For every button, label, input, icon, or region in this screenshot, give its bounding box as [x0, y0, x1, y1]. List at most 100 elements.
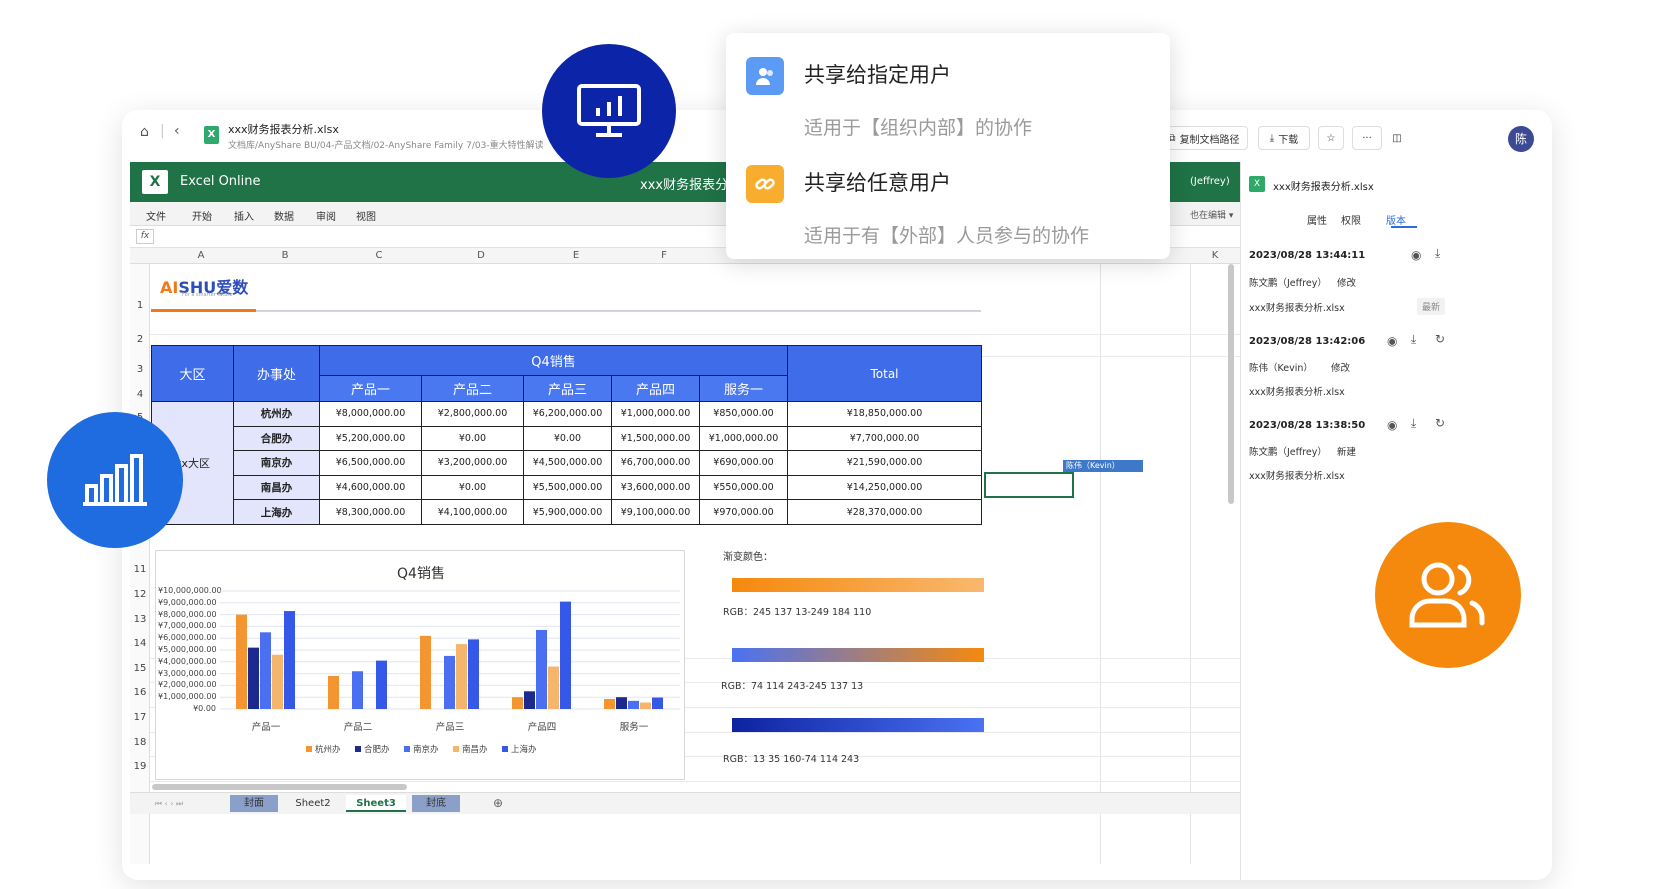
bar-杭州办-服务一[interactable]: [604, 698, 615, 709]
tab-properties[interactable]: 属性: [1307, 212, 1327, 227]
bar-合肥办-产品一[interactable]: [248, 647, 259, 709]
bar-南京办-产品二[interactable]: [352, 671, 363, 709]
th-q4[interactable]: Q4销售: [319, 344, 788, 377]
menu-insert[interactable]: 插入: [234, 208, 254, 223]
row-header[interactable]: 3: [130, 364, 150, 375]
th-product[interactable]: 产品四: [611, 375, 700, 402]
bar-杭州办-产品三[interactable]: [420, 635, 431, 709]
panel-toggle-button[interactable]: ◫: [1384, 126, 1410, 150]
back-icon[interactable]: ‹: [174, 123, 180, 139]
value-cell[interactable]: ¥5,500,000.00: [523, 474, 612, 501]
value-cell[interactable]: ¥1,500,000.00: [611, 425, 700, 452]
value-cell[interactable]: ¥2,800,000.00: [421, 401, 524, 427]
row-header[interactable]: 19: [130, 761, 150, 772]
bar-合肥办-产品四[interactable]: [524, 691, 535, 709]
total-cell[interactable]: ¥18,850,000.00: [787, 401, 982, 427]
bar-上海办-产品四[interactable]: [560, 601, 571, 709]
home-icon[interactable]: ⌂: [140, 124, 149, 140]
th-total[interactable]: Total: [787, 345, 982, 402]
vertical-scrollbar[interactable]: [1228, 264, 1234, 504]
bar-南京办-产品三[interactable]: [444, 655, 455, 709]
col-header[interactable]: C: [328, 250, 430, 261]
value-cell[interactable]: ¥1,000,000.00: [611, 401, 700, 427]
sheet-nav-arrows[interactable]: ⏮ ‹ › ⏭: [134, 795, 204, 812]
preview-icon[interactable]: ◉: [1387, 418, 1397, 432]
restore-icon[interactable]: ↻: [1435, 416, 1445, 430]
th-office[interactable]: 办事处: [233, 345, 320, 402]
value-cell[interactable]: ¥1,000,000.00: [699, 425, 788, 452]
row-header[interactable]: 18: [130, 737, 150, 748]
value-cell[interactable]: ¥9,100,000.00: [611, 499, 700, 525]
download-icon[interactable]: ⤓: [1411, 416, 1416, 431]
office-cell[interactable]: 杭州办: [233, 401, 320, 427]
star-button[interactable]: ☆: [1318, 126, 1344, 150]
restore-icon[interactable]: ↻: [1435, 332, 1445, 346]
total-cell[interactable]: ¥28,370,000.00: [787, 499, 982, 525]
bar-上海办-产品二[interactable]: [376, 660, 387, 709]
bar-杭州办-产品一[interactable]: [236, 614, 247, 709]
add-sheet-icon[interactable]: ⊕: [488, 795, 508, 812]
office-cell[interactable]: 合肥办: [233, 425, 320, 452]
bar-杭州办-产品四[interactable]: [512, 697, 523, 709]
share-anyone-title[interactable]: 共享给任意用户: [804, 167, 951, 197]
avatar[interactable]: 陈: [1508, 126, 1534, 152]
value-cell[interactable]: ¥8,000,000.00: [319, 401, 422, 427]
more-button[interactable]: ···: [1352, 126, 1382, 150]
sheet-tab-active[interactable]: Sheet3: [346, 795, 406, 812]
value-cell[interactable]: ¥4,500,000.00: [523, 450, 612, 476]
menu-file[interactable]: 文件: [146, 208, 166, 223]
download-icon[interactable]: ⤓: [1435, 246, 1440, 261]
bar-上海办-产品一[interactable]: [284, 611, 295, 709]
bar-上海办-服务一[interactable]: [652, 697, 663, 709]
preview-icon[interactable]: ◉: [1387, 334, 1397, 348]
col-header[interactable]: B: [242, 250, 328, 261]
value-cell[interactable]: ¥6,200,000.00: [523, 401, 612, 427]
value-cell[interactable]: ¥0.00: [523, 425, 612, 452]
row-header[interactable]: 16: [130, 687, 150, 698]
bar-上海办-产品三[interactable]: [468, 639, 479, 709]
q4-chart[interactable]: Q4销售 ¥10,000,000.00 ¥9,000,000.00 ¥8,000,0…: [155, 550, 685, 780]
office-cell[interactable]: 上海办: [233, 499, 320, 525]
value-cell[interactable]: ¥6,700,000.00: [611, 450, 700, 476]
value-cell[interactable]: ¥4,100,000.00: [421, 499, 524, 525]
bar-南昌办-产品一[interactable]: [272, 654, 283, 709]
bar-杭州办-产品二[interactable]: [328, 675, 339, 709]
menu-data[interactable]: 数据: [274, 208, 294, 223]
menu-view[interactable]: 视图: [356, 208, 376, 223]
row-header[interactable]: 1: [130, 300, 150, 311]
col-header[interactable]: E: [532, 250, 620, 261]
row-header[interactable]: 4: [130, 389, 150, 400]
row-header[interactable]: 12: [130, 589, 150, 600]
preview-icon[interactable]: ◉: [1411, 248, 1421, 262]
col-header[interactable]: F: [620, 250, 708, 261]
value-cell[interactable]: ¥0.00: [421, 425, 524, 452]
row-header[interactable]: 15: [130, 663, 150, 674]
total-cell[interactable]: ¥14,250,000.00: [787, 474, 982, 501]
download-button[interactable]: ⤓ 下载: [1258, 126, 1310, 150]
value-cell[interactable]: ¥970,000.00: [699, 499, 788, 525]
menu-home[interactable]: 开始: [192, 208, 212, 223]
editing-status[interactable]: 也在编辑 ▾: [1190, 208, 1233, 221]
bar-南昌办-服务一[interactable]: [640, 702, 651, 709]
office-cell[interactable]: 南京办: [233, 450, 320, 476]
value-cell[interactable]: ¥850,000.00: [699, 401, 788, 427]
total-cell[interactable]: ¥21,590,000.00: [787, 450, 982, 476]
row-header[interactable]: 13: [130, 614, 150, 625]
value-cell[interactable]: ¥5,900,000.00: [523, 499, 612, 525]
th-product[interactable]: 产品三: [523, 375, 612, 402]
sheet-tab[interactable]: Sheet2: [285, 795, 341, 812]
bar-南昌办-产品四[interactable]: [548, 666, 559, 709]
bar-合肥办-服务一[interactable]: [616, 697, 627, 709]
row-header[interactable]: 14: [130, 638, 150, 649]
share-specific-title[interactable]: 共享给指定用户: [804, 59, 951, 89]
menu-review[interactable]: 审阅: [316, 208, 336, 223]
sheet-tab[interactable]: 封底: [412, 795, 460, 812]
value-cell[interactable]: ¥3,200,000.00: [421, 450, 524, 476]
row-header[interactable]: 2: [130, 334, 150, 345]
value-cell[interactable]: ¥3,600,000.00: [611, 474, 700, 501]
selected-cell[interactable]: [984, 472, 1074, 498]
th-region[interactable]: 大区: [151, 345, 234, 402]
value-cell[interactable]: ¥0.00: [421, 474, 524, 501]
col-header[interactable]: A: [160, 250, 242, 261]
tab-versions[interactable]: 版本: [1386, 212, 1406, 227]
